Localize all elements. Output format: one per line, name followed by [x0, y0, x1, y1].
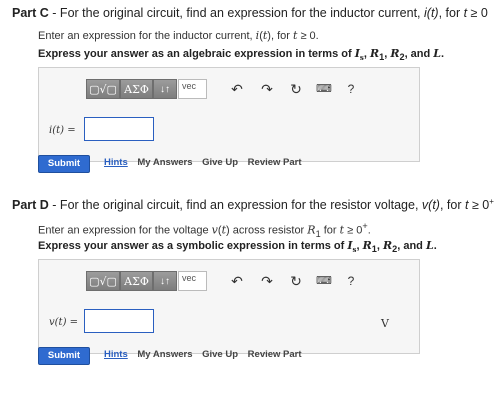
hints-link[interactable]: Hints	[104, 157, 128, 168]
keyboard-icon[interactable]: ⌨	[315, 79, 333, 99]
greek-symbols-button[interactable]: ΑΣΦ	[120, 79, 153, 99]
greek-symbols-button[interactable]: ΑΣΦ	[120, 271, 153, 291]
review-part-link[interactable]: Review Part	[248, 349, 302, 360]
redo-icon[interactable]: ↷	[258, 271, 276, 291]
part-d-answer-editor: ▢√▢ ΑΣΦ ↓↑ vec ↶ ↷ ↻ ⌨ ? v(t) = V	[38, 259, 420, 354]
undo-icon[interactable]: ↶	[228, 271, 246, 291]
arrows-button[interactable]: ↓↑	[153, 271, 177, 291]
part-d-header: Part D - For the original circuit, find …	[12, 197, 494, 213]
unit-label: V	[381, 317, 389, 330]
equation-label: v(t) =	[49, 317, 79, 328]
submit-button[interactable]: Submit	[38, 155, 90, 173]
vector-button[interactable]: vec	[178, 79, 207, 99]
keyboard-icon[interactable]: ⌨	[315, 271, 333, 291]
review-part-link[interactable]: Review Part	[248, 157, 302, 168]
part-c-instruction: Enter an expression for the inductor cur…	[38, 29, 319, 42]
help-icon[interactable]: ?	[342, 271, 360, 291]
my-answers-link[interactable]: My Answers	[137, 157, 192, 168]
answer-input[interactable]	[84, 117, 154, 141]
equation-label: i(t) =	[49, 125, 76, 136]
undo-icon[interactable]: ↶	[228, 79, 246, 99]
part-d-express: Express your answer as a symbolic expres…	[38, 239, 437, 255]
part-c-header: Part C - For the original circuit, find …	[12, 6, 488, 20]
submit-button[interactable]: Submit	[38, 347, 90, 365]
arrows-button[interactable]: ↓↑	[153, 79, 177, 99]
part-c-express: Express your answer as an algebraic expr…	[38, 47, 445, 63]
redo-icon[interactable]: ↷	[258, 79, 276, 99]
reset-icon[interactable]: ↻	[287, 271, 305, 291]
give-up-link[interactable]: Give Up	[202, 157, 238, 168]
answer-links: Hints My Answers Give Up Review Part	[104, 157, 309, 168]
my-answers-link[interactable]: My Answers	[137, 349, 192, 360]
answer-input[interactable]	[84, 309, 154, 333]
hints-link[interactable]: Hints	[104, 349, 128, 360]
give-up-link[interactable]: Give Up	[202, 349, 238, 360]
vector-button[interactable]: vec	[178, 271, 207, 291]
answer-links: Hints My Answers Give Up Review Part	[104, 349, 309, 360]
templates-button[interactable]: ▢√▢	[86, 79, 120, 99]
part-d-instruction: Enter an expression for the voltage v(t)…	[38, 221, 371, 239]
help-icon[interactable]: ?	[342, 79, 360, 99]
reset-icon[interactable]: ↻	[287, 79, 305, 99]
part-c-answer-editor: ▢√▢ ΑΣΦ ↓↑ vec ↶ ↷ ↻ ⌨ ? i(t) =	[38, 67, 420, 162]
templates-button[interactable]: ▢√▢	[86, 271, 120, 291]
